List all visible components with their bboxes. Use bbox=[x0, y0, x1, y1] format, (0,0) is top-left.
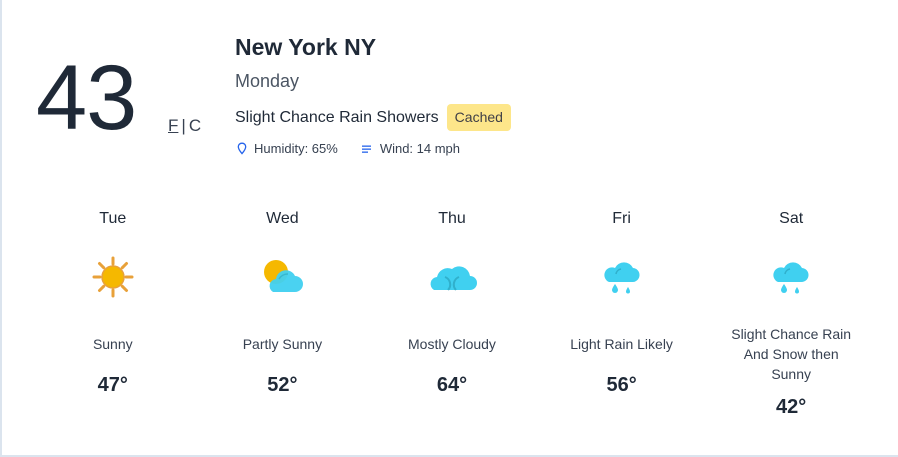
forecast-day-name: Tue bbox=[99, 210, 127, 227]
forecast-description: Slight Chance Rain And Snow then Sunny bbox=[731, 326, 852, 382]
current-day: Monday bbox=[235, 71, 300, 91]
unit-toggle: F | C bbox=[168, 116, 201, 136]
forecast-day-name: Sat bbox=[779, 210, 804, 227]
wind-text: Wind: 14 mph bbox=[379, 141, 461, 156]
mostly-cloudy-icon bbox=[430, 266, 477, 291]
fahrenheit-toggle[interactable]: F bbox=[168, 116, 178, 135]
forecast-temperature: 42° bbox=[776, 396, 807, 418]
wind-icon bbox=[361, 145, 371, 153]
wind-item: Wind: 14 mph bbox=[361, 141, 460, 156]
celsius-toggle[interactable]: C bbox=[189, 116, 201, 135]
location-title: New York NY bbox=[235, 34, 377, 60]
forecast-description: Mostly Cloudy bbox=[408, 336, 496, 352]
weather-details: Humidity: 65% Wind: 14 mph bbox=[237, 141, 460, 156]
forecast-day: Sat Slight Chance Rain And Snow then Sun… bbox=[706, 208, 876, 419]
partly-sunny-icon bbox=[264, 260, 304, 292]
location-pin-icon bbox=[237, 142, 247, 155]
humidity-item: Humidity: 65% bbox=[237, 141, 338, 156]
forecast-temperature: 64° bbox=[436, 374, 468, 396]
condition-row: Slight Chance Rain Showers Cached bbox=[235, 104, 511, 131]
forecast-day: Thu Mostly Cloudy 64° bbox=[367, 208, 537, 419]
forecast-day-name: Fri bbox=[612, 210, 631, 227]
unit-separator: | bbox=[181, 116, 186, 135]
forecast-description: Light Rain Likely bbox=[570, 336, 673, 352]
forecast-temperature: 52° bbox=[267, 374, 298, 396]
current-condition: Slight Chance Rain Showers bbox=[235, 108, 439, 126]
forecast-day: Wed Partly Sunny 52° bbox=[198, 208, 368, 419]
cached-badge: Cached bbox=[446, 104, 511, 131]
forecast-day: Tue Sunny 47° bbox=[28, 208, 198, 419]
forecast-temperature: 47° bbox=[97, 374, 128, 396]
weather-widget: 43 F | C New York NY Monday Slight Chance … bbox=[0, 0, 898, 457]
rain-icon bbox=[773, 262, 809, 294]
forecast-day-name: Wed bbox=[266, 210, 299, 227]
forecast-row: Tue Sunny 47° Wed Partly Sunny 52° Thu M… bbox=[28, 208, 876, 419]
sunny-icon bbox=[92, 256, 134, 298]
forecast-day: Fri Light Rain Likely 56° bbox=[537, 208, 707, 419]
current-temperature: 43 bbox=[36, 47, 137, 149]
humidity-text: Humidity: 65% bbox=[254, 141, 338, 156]
forecast-description: Partly Sunny bbox=[242, 336, 323, 352]
forecast-temperature: 56° bbox=[606, 374, 637, 396]
forecast-day-name: Thu bbox=[438, 210, 466, 227]
forecast-description: Sunny bbox=[92, 336, 133, 352]
rain-icon bbox=[603, 262, 640, 294]
